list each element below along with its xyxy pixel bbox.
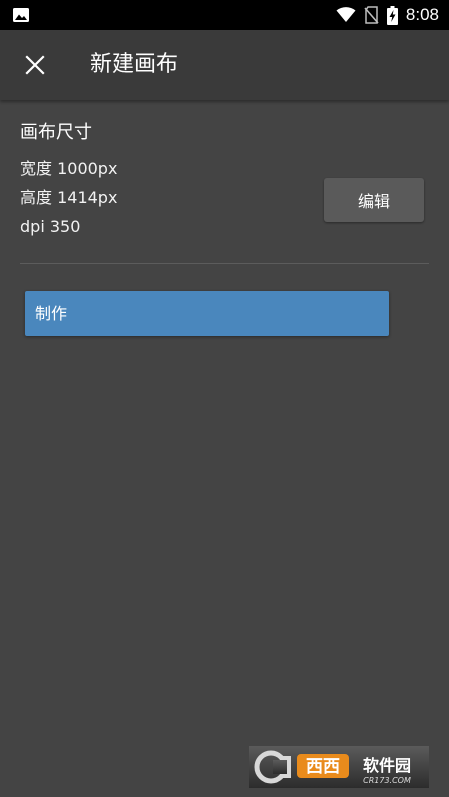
canvas-height-text: 高度 1414px bbox=[20, 188, 118, 207]
svg-text:西西: 西西 bbox=[306, 757, 340, 777]
battery-charging-icon bbox=[386, 5, 398, 25]
status-icons: 8:08 bbox=[328, 0, 439, 30]
svg-text:CR173.COM: CR173.COM bbox=[363, 776, 411, 785]
canvas-width-text: 宽度 1000px bbox=[20, 159, 118, 178]
close-button[interactable] bbox=[18, 48, 52, 82]
page-title: 新建画布 bbox=[90, 52, 179, 77]
canvas-dpi-text: dpi 350 bbox=[20, 217, 81, 236]
no-sim-icon bbox=[364, 6, 379, 24]
canvas-size-heading: 画布尺寸 bbox=[20, 122, 92, 143]
make-button[interactable]: 制作 bbox=[25, 291, 389, 336]
toolbar: 新建画布 bbox=[0, 30, 449, 100]
status-bar: 8:08 bbox=[0, 0, 449, 30]
wifi-icon bbox=[336, 7, 356, 23]
watermark-logo: 西西 软件园 CR173.COM bbox=[249, 746, 429, 788]
image-icon bbox=[12, 7, 30, 23]
divider bbox=[20, 263, 429, 264]
svg-text:软件园: 软件园 bbox=[363, 756, 411, 775]
edit-button[interactable]: 编辑 bbox=[324, 178, 424, 222]
close-icon bbox=[25, 55, 45, 75]
status-time: 8:08 bbox=[405, 5, 439, 24]
screen: 8:08 新建画布 画布尺寸 宽度 1000px 高度 1414px dpi 3… bbox=[0, 0, 449, 797]
